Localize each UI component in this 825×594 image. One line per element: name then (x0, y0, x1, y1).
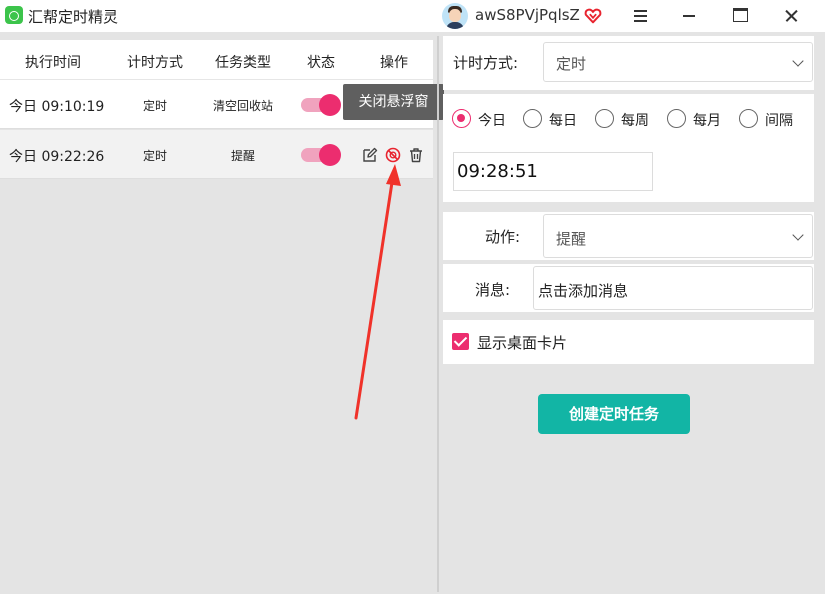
column-header-task-type: 任务类型 (215, 55, 271, 71)
action-label: 动作: (485, 228, 521, 246)
desktop-card-checkbox[interactable] (452, 333, 469, 350)
timing-mode-cell: 定时 (142, 149, 167, 163)
timing-mode-select[interactable]: 定时 (543, 42, 813, 82)
desktop-card-row: 显示桌面卡片 (443, 320, 814, 364)
app-title: 汇帮定时精灵 (28, 8, 119, 26)
app-logo-icon (5, 6, 23, 24)
status-toggle[interactable] (301, 144, 341, 166)
chevron-down-icon (792, 55, 804, 67)
column-header-exec-time: 执行时间 (25, 55, 81, 71)
timing-mode-row: 计时方式: 定时 (443, 36, 814, 90)
user-avatar-icon[interactable] (442, 3, 468, 29)
annotation-arrow-icon (354, 164, 401, 420)
task-table-header: 执行时间 计时方式 任务类型 状态 操作 (0, 40, 433, 80)
column-header-actions: 操作 (380, 55, 408, 71)
username-label[interactable]: awS8PVjPqlsZ (475, 6, 580, 24)
column-header-timing-mode: 计时方式 (127, 55, 183, 71)
menu-icon[interactable] (616, 0, 664, 32)
minimize-icon[interactable] (664, 0, 712, 32)
tooltip: 关闭悬浮窗 (343, 84, 444, 120)
create-task-button[interactable]: 创建定时任务 (538, 394, 690, 434)
action-select[interactable]: 提醒 (543, 214, 813, 258)
action-row: 动作: 提醒 (443, 212, 814, 260)
close-icon[interactable] (766, 0, 814, 32)
task-type-cell: 提醒 (230, 149, 255, 163)
panel-divider (437, 36, 439, 592)
message-row: 消息: 点击添加消息 (443, 264, 814, 312)
message-label: 消息: (475, 281, 511, 299)
timing-mode-cell: 定时 (142, 99, 167, 113)
chevron-down-icon (792, 229, 804, 241)
task-type-cell: 清空回收站 (212, 99, 273, 113)
frequency-card: 今日 每日 每周 每月 间隔 09:28:51 (443, 94, 814, 202)
message-input[interactable]: 点击添加消息 (533, 266, 813, 310)
status-toggle[interactable] (301, 94, 341, 116)
time-input[interactable]: 09:28:51 (453, 152, 653, 191)
timing-mode-label: 计时方式: (453, 54, 519, 72)
column-header-status: 状态 (307, 55, 335, 71)
maximize-icon[interactable] (716, 0, 764, 32)
exec-time-cell: 今日 09:22:26 (9, 149, 105, 165)
vip-heart-icon[interactable] (584, 7, 602, 25)
title-bar: 汇帮定时精灵 awS8PVjPqlsZ (0, 0, 825, 32)
desktop-card-label[interactable]: 显示桌面卡片 (477, 332, 567, 353)
exec-time-cell: 今日 09:10:19 (9, 99, 105, 115)
